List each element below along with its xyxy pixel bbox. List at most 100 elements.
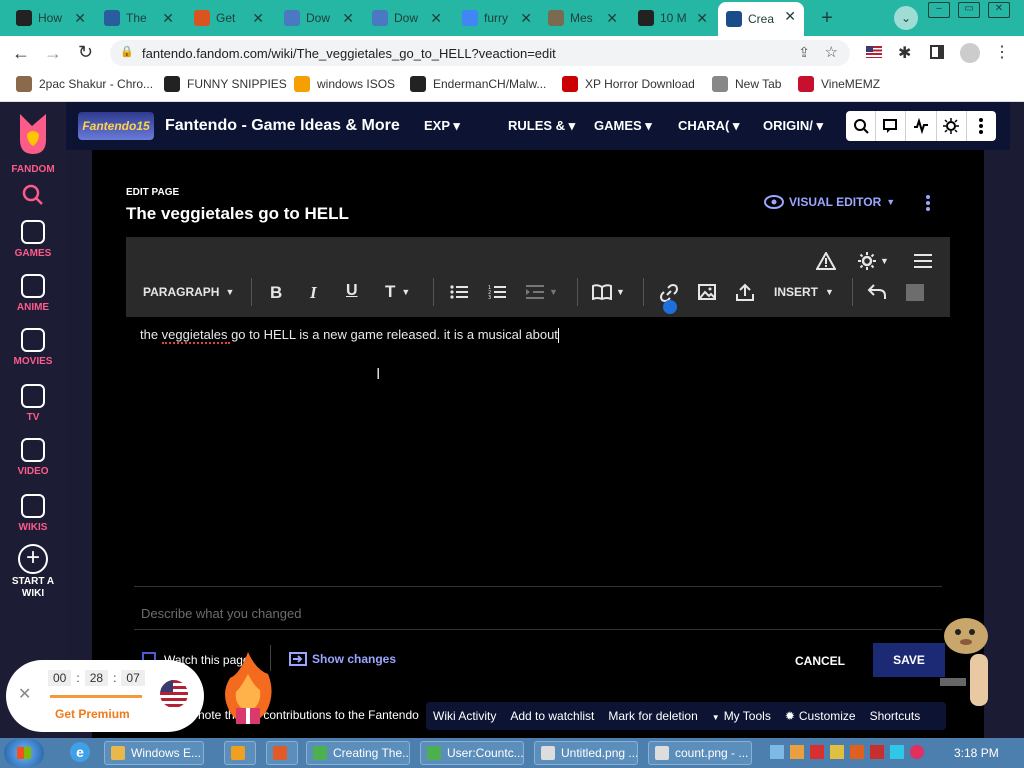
bookmark-item[interactable]: VineMEMZ	[798, 76, 880, 92]
start-button[interactable]	[4, 739, 44, 767]
rail-item-games[interactable]: GAMES	[0, 220, 66, 259]
us-flag-extension-icon[interactable]	[866, 46, 882, 58]
wiki-nav-menu[interactable]: CHARA( ▾	[678, 118, 739, 134]
customize-link[interactable]: ✹ Customize	[785, 709, 856, 723]
bookmark-star-icon[interactable]: ☆	[825, 43, 838, 61]
wiki-more-icon[interactable]	[967, 111, 996, 141]
page-options-icon[interactable]: ▼	[858, 252, 889, 270]
taskbar-button[interactable]	[224, 741, 256, 765]
paragraph-format-dropdown[interactable]: PARAGRAPH ▼	[143, 285, 234, 299]
tray-display-icon[interactable]	[890, 745, 904, 759]
tray-volume-icon[interactable]	[910, 745, 924, 759]
bookmark-item[interactable]: FUNNY SNIPPIES	[164, 76, 287, 92]
side-panel-icon[interactable]	[930, 45, 944, 59]
edit-summary-field[interactable]: Describe what you changed	[134, 586, 942, 630]
taskbar-button[interactable]: count.png - ...	[648, 741, 752, 765]
rail-item-anime[interactable]: ANIME	[0, 274, 66, 313]
close-tab-icon[interactable]: ✕	[430, 10, 442, 27]
mark-deletion-link[interactable]: Mark for deletion	[608, 709, 697, 723]
close-tab-icon[interactable]: ✕	[74, 10, 86, 27]
bullet-list-icon[interactable]	[450, 285, 468, 299]
upload-icon[interactable]	[736, 283, 754, 301]
shortcuts-link[interactable]: Shortcuts	[870, 709, 921, 723]
taskbar-button[interactable]: Creating The...	[306, 741, 410, 765]
url-field[interactable]: 🔒 fantendo.fandom.com/wiki/The_veggietal…	[110, 40, 850, 66]
insert-dropdown[interactable]: INSERT ▼	[774, 285, 834, 299]
fandom-logo-icon[interactable]	[16, 112, 50, 156]
tray-network-icon[interactable]	[770, 745, 784, 759]
rail-item-video[interactable]: VIDEO	[0, 438, 66, 477]
save-button[interactable]: SAVE	[873, 643, 945, 677]
theme-toggle-icon[interactable]	[937, 111, 967, 141]
bookmark-item[interactable]: windows ISOS	[294, 76, 395, 92]
wiki-nav-menu[interactable]: EXP ▾	[424, 118, 460, 134]
wiki-nav-menu[interactable]: GAMES ▾	[594, 118, 652, 134]
editor-surface[interactable]: the veggietales go to HELL is a new game…	[134, 318, 942, 584]
numbered-list-icon[interactable]: 123	[488, 284, 506, 300]
tab-search-chevron-icon[interactable]: ⌄	[894, 6, 918, 30]
tray-alert-icon[interactable]	[870, 745, 884, 759]
redo-icon[interactable]	[906, 284, 924, 301]
browser-tab[interactable]: Mes ✕	[540, 4, 626, 32]
timer-close-icon[interactable]: ✕	[18, 684, 31, 704]
close-tab-icon[interactable]: ✕	[606, 10, 618, 27]
cancel-button[interactable]: CANCEL	[795, 654, 845, 668]
bookmark-item[interactable]: New Tab	[712, 76, 781, 92]
close-window-icon[interactable]: ✕	[988, 2, 1010, 18]
start-wiki-label[interactable]: START A WIKI	[0, 576, 66, 600]
rail-search-icon[interactable]	[22, 184, 44, 206]
taskbar-button[interactable]: Windows E...	[104, 741, 204, 765]
italic-icon[interactable]: I	[310, 283, 317, 303]
tray-app-icon[interactable]	[790, 745, 804, 759]
close-tab-icon[interactable]: ✕	[784, 8, 796, 25]
start-wiki-plus-icon[interactable]: +	[18, 544, 48, 574]
rail-item-tv[interactable]: TV	[0, 384, 66, 423]
maximize-icon[interactable]: ▭	[958, 2, 980, 18]
ie-icon[interactable]: e	[70, 742, 90, 762]
underline-icon[interactable]: U	[346, 282, 358, 300]
rail-item-wikis[interactable]: WIKIS	[0, 494, 66, 533]
warning-icon[interactable]	[816, 252, 836, 270]
undo-icon[interactable]	[867, 282, 887, 300]
image-icon[interactable]	[698, 284, 716, 300]
extensions-icon[interactable]: ✱	[898, 43, 911, 63]
taskbar-button[interactable]	[266, 741, 298, 765]
back-icon[interactable]: ←	[12, 43, 30, 64]
wiki-activity-link[interactable]: Wiki Activity	[433, 709, 496, 723]
new-tab-button[interactable]: +	[816, 8, 838, 30]
browser-tab[interactable]: 10 M ✕	[630, 4, 716, 32]
indent-icon[interactable]: ▼	[526, 285, 558, 299]
taskbar-button[interactable]: Untitled.png ...	[534, 741, 638, 765]
wiki-nav-menu[interactable]: ORIGIN/ ▾	[763, 118, 823, 134]
browser-tab[interactable]: furry ✕	[454, 4, 540, 32]
discussions-icon[interactable]	[876, 111, 907, 141]
close-tab-icon[interactable]: ✕	[520, 10, 532, 27]
text-style-icon[interactable]: T ▼	[385, 282, 410, 302]
clock[interactable]: 3:18 PM	[954, 746, 999, 760]
close-tab-icon[interactable]: ✕	[252, 10, 264, 27]
tray-flag-icon[interactable]	[850, 745, 864, 759]
browser-tab[interactable]: Dow ✕	[276, 4, 362, 32]
page-actions-icon[interactable]	[926, 194, 930, 212]
hamburger-menu-icon[interactable]	[914, 254, 932, 268]
visual-editor-switch[interactable]: VISUAL EDITOR ▼	[764, 195, 895, 209]
wiki-logo[interactable]: Fantendo15	[78, 112, 154, 140]
get-premium-link[interactable]: Get Premium	[55, 707, 130, 721]
browser-tab[interactable]: Get ✕	[186, 4, 272, 32]
bookmark-item[interactable]: 2pac Shakur - Chro...	[16, 76, 153, 92]
minimize-icon[interactable]: –	[928, 2, 950, 18]
close-tab-icon[interactable]: ✕	[342, 10, 354, 27]
add-watchlist-link[interactable]: Add to watchlist	[510, 709, 594, 723]
reload-icon[interactable]: ↻	[78, 42, 93, 63]
share-icon[interactable]: ⇪	[798, 44, 810, 61]
tray-antivirus-icon[interactable]	[810, 745, 824, 759]
browser-tab[interactable]: Crea ✕	[718, 2, 804, 36]
profile-icon[interactable]	[960, 43, 980, 63]
browser-tab[interactable]: The ✕	[96, 4, 182, 32]
editor-content[interactable]: the veggietales go to HELL is a new game…	[140, 327, 559, 344]
bold-icon[interactable]: B	[270, 283, 282, 303]
bookmark-item[interactable]: XP Horror Download	[562, 76, 695, 92]
bookmark-item[interactable]: EndermanCH/Malw...	[410, 76, 546, 92]
browser-tab[interactable]: Dow ✕	[364, 4, 450, 32]
wiki-search-icon[interactable]	[846, 111, 877, 141]
